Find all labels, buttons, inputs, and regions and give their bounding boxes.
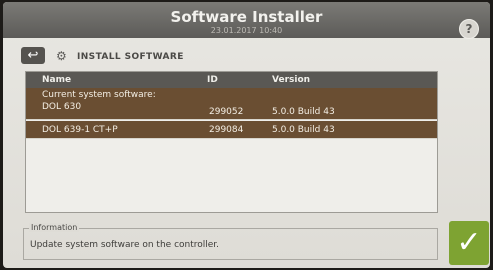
software-list[interactable]: Name ID Version Current system software:…: [25, 71, 438, 213]
table-row[interactable]: DOL 639-1 CT+P 299084 5.0.0 Build 43: [26, 121, 437, 139]
checkmark-icon[interactable]: ✓: [449, 221, 489, 265]
back-arrow-icon[interactable]: ↩: [21, 47, 45, 64]
row-id: 299084: [209, 125, 244, 135]
row-name-line2: DOL 630: [42, 102, 82, 112]
information-box: Information Update system software on th…: [23, 223, 438, 260]
information-text: Update system software on the controller…: [30, 240, 220, 250]
information-label: Information: [29, 223, 80, 232]
table-row[interactable]: Current system software: DOL 630 299052 …: [26, 88, 437, 120]
column-name: Name: [42, 75, 72, 85]
info-icon[interactable]: ?: [459, 19, 479, 39]
screen: Software Installer 23.01.2017 10:40 ? ↩ …: [3, 2, 490, 268]
column-header: Name ID Version: [26, 72, 437, 88]
column-version: Version: [272, 75, 311, 85]
row-name: DOL 639-1 CT+P: [42, 125, 118, 135]
column-id: ID: [207, 75, 218, 85]
row-version: 5.0.0 Build 43: [272, 107, 335, 117]
gears-icon: ⚙: [56, 49, 67, 63]
datetime: 23.01.2017 10:40: [210, 26, 283, 35]
row-name-line1: Current system software:: [42, 90, 156, 100]
toolbar: ↩ ⚙ INSTALL SOFTWARE: [3, 42, 490, 68]
page-title: Software Installer: [170, 8, 323, 26]
section-title: INSTALL SOFTWARE: [77, 52, 184, 62]
title-bar: Software Installer 23.01.2017 10:40 ?: [3, 2, 490, 39]
row-version: 5.0.0 Build 43: [272, 125, 335, 135]
row-id: 299052: [209, 107, 244, 117]
